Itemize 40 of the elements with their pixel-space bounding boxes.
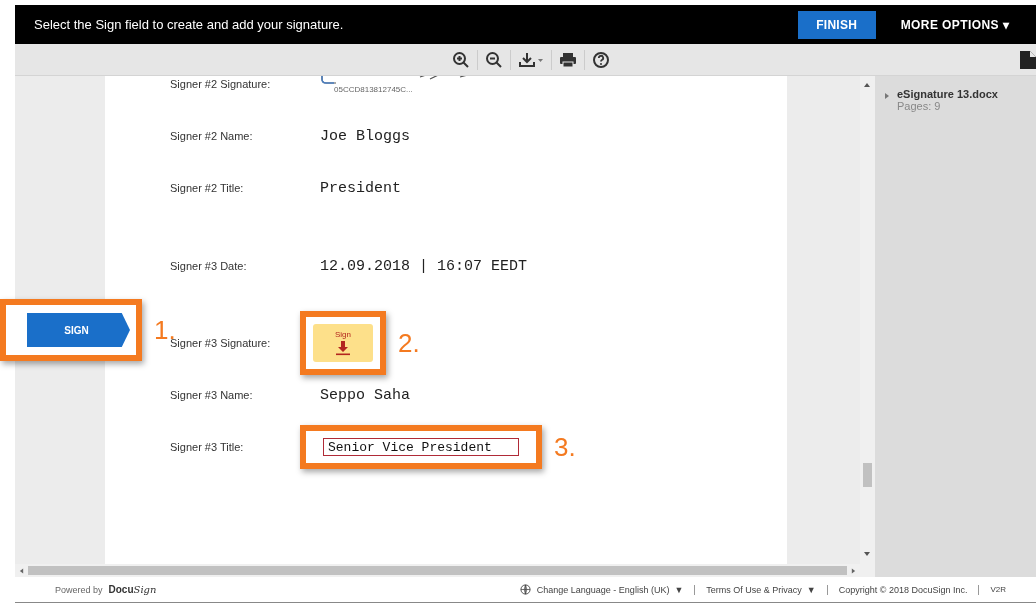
print-icon[interactable] xyxy=(558,50,577,69)
field-label: Signer #3 Date: xyxy=(170,260,248,272)
field-label: Signer #3 Title: xyxy=(170,441,245,453)
more-options-button[interactable]: MORE OPTIONS ▾ xyxy=(897,17,1012,32)
field-value: Seppo Saha xyxy=(320,386,410,404)
language-link[interactable]: Change Language - English (UK) ▼ xyxy=(536,584,684,595)
finish-button[interactable]: FINISH xyxy=(797,10,876,39)
title-input-field[interactable]: Senior Vice President xyxy=(323,438,519,456)
version-text: V2R xyxy=(990,585,1006,594)
step-number: 2. xyxy=(398,327,420,359)
copyright-text: Copyright © 2018 DocuSign Inc. xyxy=(838,584,968,595)
step-number: 3. xyxy=(554,431,576,463)
download-icon[interactable] xyxy=(517,50,544,69)
document-icon[interactable] xyxy=(1020,51,1036,69)
brand-logo: DocuSign xyxy=(108,584,157,595)
document-name[interactable]: eSignature 13.docx xyxy=(897,88,998,100)
globe-icon xyxy=(519,584,531,595)
terms-link[interactable]: Terms Of Use & Privacy ▼ xyxy=(706,584,816,595)
scroll-right-icon[interactable] xyxy=(851,567,856,574)
field-label: Signer #2 Title: xyxy=(170,182,245,194)
field-label: Signer #2 Signature: xyxy=(170,78,272,90)
help-icon[interactable] xyxy=(591,50,610,69)
sign-here-button[interactable]: Sign xyxy=(313,324,373,362)
powered-by-text: Powered by xyxy=(55,584,103,595)
field-value: Joe Bloggs xyxy=(320,127,410,145)
zoom-in-icon[interactable] xyxy=(451,50,470,69)
vertical-scrollbar[interactable] xyxy=(860,76,875,577)
sign-tab[interactable]: SIGN xyxy=(27,313,130,347)
scroll-left-icon[interactable] xyxy=(19,567,24,574)
horizontal-scrollbar[interactable] xyxy=(15,564,860,577)
field-value: President xyxy=(320,179,401,197)
expand-caret-icon[interactable] xyxy=(884,93,890,99)
instruction-text: Select the Sign field to create and add your signature. xyxy=(34,17,345,32)
download-arrow-icon xyxy=(335,340,351,356)
field-value: 12.09.2018 | 16:07 EEDT xyxy=(320,257,528,275)
field-label: Signer #3 Name: xyxy=(170,389,254,401)
zoom-out-icon[interactable] xyxy=(484,50,503,69)
signature-id: 05CCD813812745C... xyxy=(334,84,413,94)
field-label: Signer #2 Name: xyxy=(170,130,254,142)
page-count: Pages: 9 xyxy=(897,100,942,112)
